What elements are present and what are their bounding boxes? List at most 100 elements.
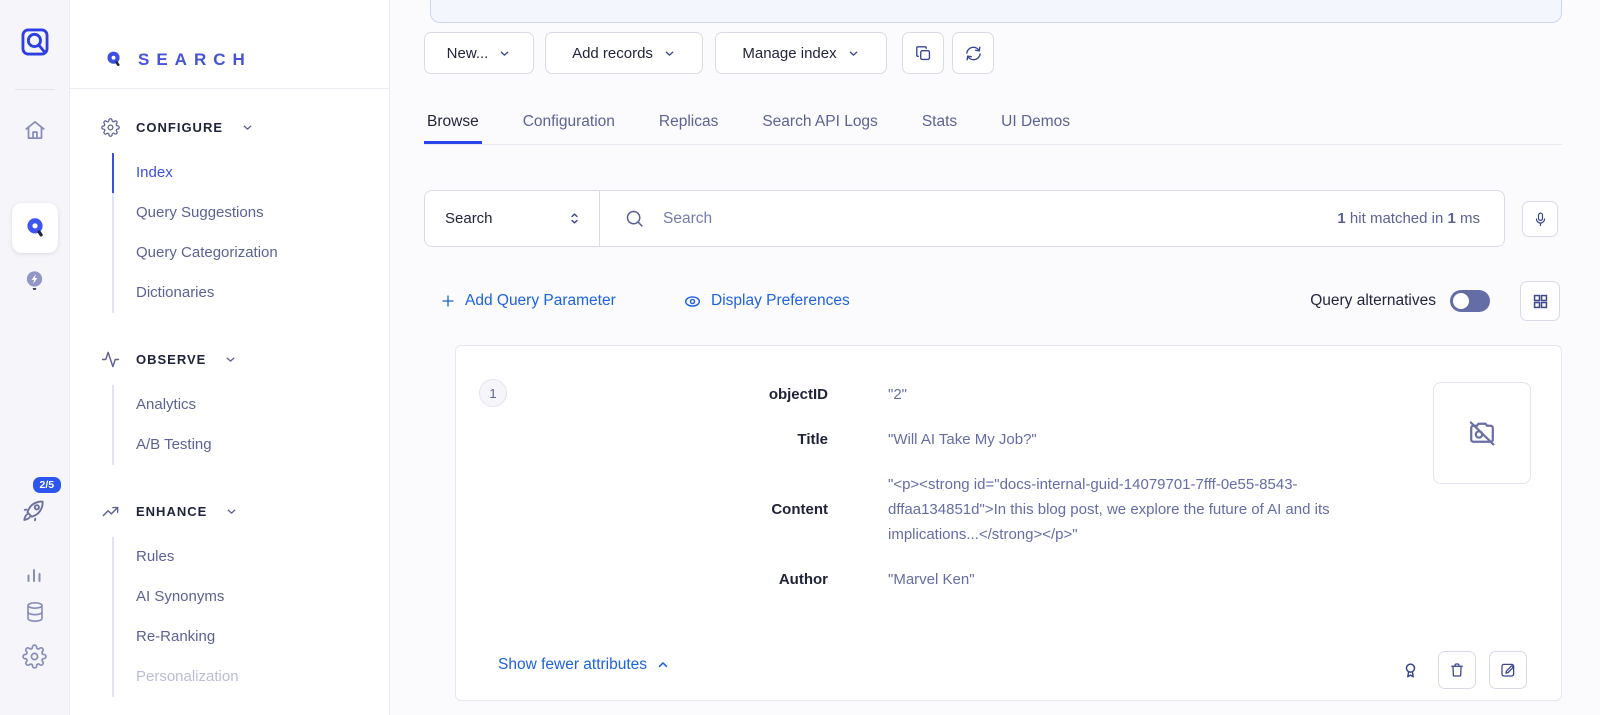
tab-replicas[interactable]: Replicas <box>656 100 721 144</box>
query-alternatives-toggle[interactable] <box>1450 290 1490 312</box>
toggle-knob <box>1453 293 1469 309</box>
chevron-down-icon <box>224 353 237 366</box>
tab-browse[interactable]: Browse <box>424 100 482 144</box>
promote-record-button[interactable] <box>1396 660 1425 681</box>
search-input[interactable] <box>663 210 1337 228</box>
scrolled-banner-bottom <box>430 0 1562 23</box>
award-icon <box>1400 660 1421 681</box>
chevron-up-icon <box>656 658 670 672</box>
section-header-enhance[interactable]: ENHANCE <box>70 491 389 531</box>
sidebar-item-ai-synonyms[interactable]: AI Synonyms <box>112 577 389 617</box>
search-product-icon <box>103 49 125 71</box>
attribute-value: "Will AI Take My Job?" <box>888 427 1402 452</box>
tab-configuration[interactable]: Configuration <box>520 100 618 144</box>
section-header-observe[interactable]: OBSERVE <box>70 339 389 379</box>
sidebar-item-index[interactable]: Index <box>112 153 389 193</box>
section-items: AnalyticsA/B Testing <box>70 385 389 465</box>
sort-chevrons-icon <box>566 210 583 227</box>
sidebar-item-query-suggestions[interactable]: Query Suggestions <box>112 193 389 233</box>
grid-view-button[interactable] <box>1520 281 1560 321</box>
attribute-name: objectID <box>456 386 828 403</box>
search-mode-value: Search <box>445 210 493 227</box>
new-dropdown-button[interactable]: New... <box>424 32 534 74</box>
attribute-name: Author <box>456 571 828 588</box>
voice-search-button[interactable] <box>1522 201 1558 237</box>
sidebar-item-query-categorization[interactable]: Query Categorization <box>112 233 389 273</box>
onboarding-rocket-button[interactable]: 2/5 <box>13 492 57 528</box>
query-alternatives-label: Query alternatives <box>1310 292 1436 310</box>
sidebar-item-personalization[interactable]: Personalization <box>112 657 389 697</box>
microphone-icon <box>1532 211 1549 228</box>
tab-bar: Browse Configuration Replicas Search API Lo… <box>424 100 1562 145</box>
tab-ui-demos[interactable]: UI Demos <box>998 100 1073 144</box>
manage-index-dropdown-button[interactable]: Manage index <box>715 32 887 74</box>
record-image-placeholder[interactable] <box>1433 382 1531 484</box>
record-actions <box>1396 651 1527 689</box>
sidebar-item-re-ranking[interactable]: Re-Ranking <box>112 617 389 657</box>
sidebar-nav: CONFIGURE IndexQuery SuggestionsQuery Cat… <box>70 89 389 697</box>
algolia-dashboard: 2/5 SEARCH CONFIGURE IndexQuery Suggestio… <box>0 0 1600 715</box>
copy-index-button[interactable] <box>902 32 944 74</box>
refresh-icon <box>964 44 983 63</box>
chevron-down-icon <box>241 121 254 134</box>
display-preferences-label: Display Preferences <box>711 292 850 310</box>
delete-record-button[interactable] <box>1438 651 1476 689</box>
recommend-nav-button[interactable] <box>13 262 57 298</box>
image-off-icon <box>1464 415 1500 451</box>
chevron-down-icon <box>498 47 511 60</box>
attribute-name: Content <box>456 501 828 518</box>
sidebar-item-dictionaries[interactable]: Dictionaries <box>112 273 389 313</box>
query-alternatives-control: Query alternatives <box>1310 281 1490 321</box>
add-records-dropdown-button[interactable]: Add records <box>545 32 703 74</box>
show-fewer-label: Show fewer attributes <box>498 656 647 674</box>
refresh-button[interactable] <box>952 32 994 74</box>
edit-icon <box>1499 661 1517 679</box>
trash-icon <box>1448 661 1466 679</box>
gear-icon <box>101 118 120 137</box>
sidebar-item-a-b-testing[interactable]: A/B Testing <box>112 425 389 465</box>
sidebar-item-rules[interactable]: Rules <box>112 537 389 577</box>
home-nav-button[interactable] <box>13 112 57 148</box>
show-fewer-attributes-link[interactable]: Show fewer attributes <box>498 656 670 674</box>
main-panel: New... Add records Manage index Browse Co… <box>390 0 1600 715</box>
add-query-parameter-link[interactable]: Add Query Parameter <box>440 281 616 321</box>
sidebar-item-analytics[interactable]: Analytics <box>112 385 389 425</box>
trend-up-icon <box>101 502 120 521</box>
product-header: SEARCH <box>70 0 389 88</box>
attribute-value: "Marvel Ken" <box>888 567 1402 592</box>
tab-search-api-logs[interactable]: Search API Logs <box>759 100 880 144</box>
section-header-configure[interactable]: CONFIGURE <box>70 107 389 147</box>
product-title: SEARCH <box>138 50 252 70</box>
query-controls-row: Add Query Parameter Display Preferences … <box>390 281 1600 321</box>
display-preferences-link[interactable]: Display Preferences <box>683 281 850 321</box>
search-mode-select[interactable]: Search <box>424 190 600 247</box>
section-items: IndexQuery SuggestionsQuery Categorizati… <box>70 153 389 313</box>
record-attribute-row-content: Content "<p><strong id="docs-internal-gui… <box>456 462 1402 557</box>
edit-record-button[interactable] <box>1489 651 1527 689</box>
chevron-down-icon <box>663 47 676 60</box>
sidebar-section-configure: CONFIGURE IndexQuery SuggestionsQuery Cat… <box>70 107 389 313</box>
usage-badge: 2/5 <box>31 475 64 495</box>
add-query-parameter-label: Add Query Parameter <box>465 292 616 310</box>
record-attributes: objectID"2" Title "Will AI Take My Job?" Co… <box>456 372 1402 602</box>
copy-icon <box>914 44 933 63</box>
attribute-value: "<p><strong id="docs-internal-guid-14079… <box>888 472 1402 547</box>
attribute-name: Title <box>456 431 828 448</box>
manage-index-label: Manage index <box>742 45 836 62</box>
record-attribute-row-objectid: objectID"2" <box>456 372 1402 417</box>
section-label: CONFIGURE <box>136 120 223 135</box>
analytics-nav-button[interactable] <box>13 556 57 592</box>
sidebar-section-observe: OBSERVE AnalyticsA/B Testing <box>70 339 389 465</box>
grid-icon <box>1531 292 1550 311</box>
data-sources-nav-button[interactable] <box>13 594 57 630</box>
eye-icon <box>683 292 702 311</box>
search-nav-button[interactable] <box>12 203 58 253</box>
pulse-icon <box>101 350 120 369</box>
tab-stats[interactable]: Stats <box>919 100 960 144</box>
record-attribute-row-author: Author "Marvel Ken" <box>456 557 1402 602</box>
settings-nav-button[interactable] <box>13 638 57 674</box>
search-icon <box>624 208 645 229</box>
algolia-logo[interactable] <box>13 24 57 60</box>
record-attribute-row-title: Title "Will AI Take My Job?" <box>456 417 1402 462</box>
sidebar-section-enhance: ENHANCE RulesAI SynonymsRe-RankingPersona… <box>70 491 389 697</box>
